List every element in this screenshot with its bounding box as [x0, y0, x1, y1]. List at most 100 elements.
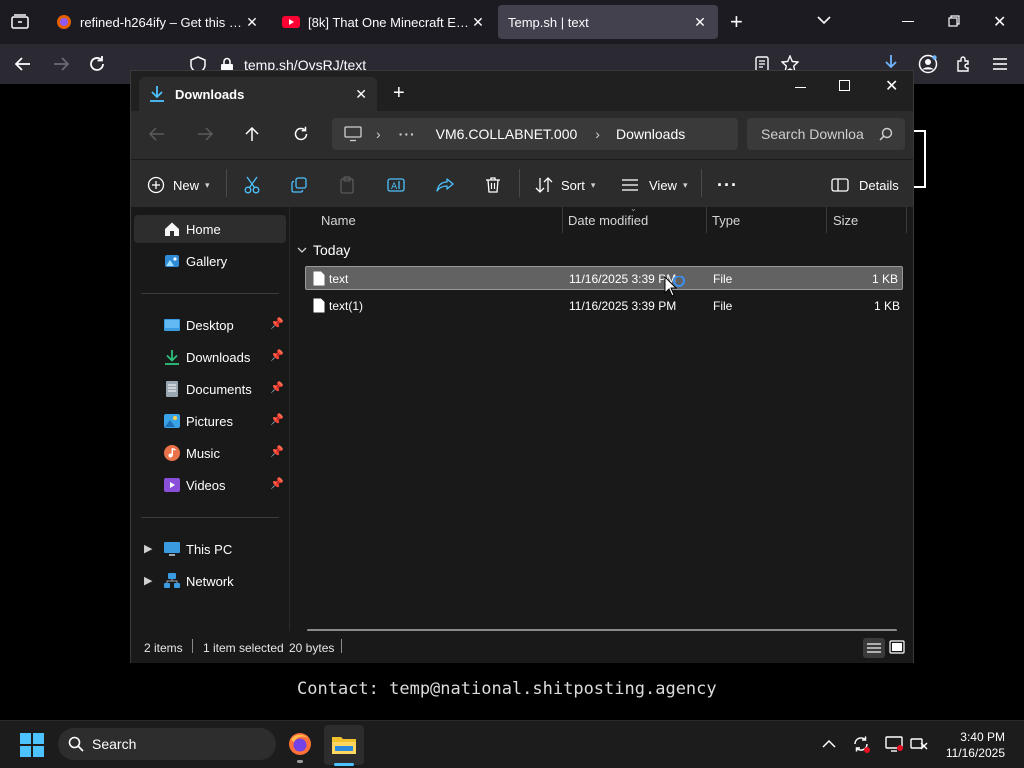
firefox-taskbar-icon[interactable] [288, 732, 312, 756]
browser-tab[interactable]: refined-h264ify – Get this Exten ✕ [46, 5, 270, 39]
youtube-icon [282, 15, 300, 29]
download-icon [149, 85, 165, 103]
file-size: 1 KB [873, 299, 900, 313]
forward-icon[interactable] [52, 56, 70, 72]
pin-icon[interactable]: 📌 [270, 477, 284, 490]
close-tab-icon[interactable]: ✕ [470, 14, 486, 31]
column-divider[interactable] [826, 207, 827, 233]
new-tab-icon[interactable]: + [393, 83, 405, 103]
group-header-today[interactable]: Today [297, 242, 350, 258]
close-icon[interactable]: ✕ [885, 76, 898, 96]
status-selected-size: 20 bytes [289, 641, 335, 655]
share-icon [436, 178, 454, 192]
browser-tab-active[interactable]: Temp.sh | text ✕ [498, 5, 718, 39]
pc-icon [344, 126, 362, 142]
details-view-toggle[interactable] [863, 638, 885, 658]
chevron-right-icon[interactable]: ▶ [144, 574, 152, 587]
pin-icon[interactable]: 📌 [270, 413, 284, 426]
file-row[interactable]: text(1) 11/16/2025 3:39 PM File 1 KB [305, 294, 903, 318]
search-input[interactable]: Search Downloa [747, 118, 905, 150]
search-icon[interactable] [879, 127, 893, 141]
pin-icon[interactable]: 📌 [270, 317, 284, 330]
sidebar-item-music[interactable]: Music 📌 [134, 439, 286, 467]
minimize-icon[interactable] [795, 87, 806, 88]
back-icon[interactable] [149, 127, 165, 141]
forward-icon[interactable] [197, 127, 213, 141]
column-header-name[interactable]: Name [321, 213, 356, 228]
sort-button[interactable]: Sort ▾ [535, 172, 595, 198]
column-header-date-modified[interactable]: Date modified [568, 213, 648, 228]
close-tab-icon[interactable]: ✕ [355, 86, 367, 103]
more-options-icon[interactable]: ··· [717, 172, 738, 198]
start-button[interactable] [20, 733, 44, 757]
file-explorer-taskbar-button[interactable] [324, 725, 364, 765]
address-bar[interactable]: › ··· VM6.COLLABNET.000 › Downloads [332, 118, 738, 150]
close-tab-icon[interactable]: ✕ [692, 14, 708, 31]
sidebar-item-network[interactable]: ▶ Network [134, 567, 286, 595]
refresh-icon[interactable] [293, 126, 309, 142]
column-divider[interactable] [906, 207, 907, 233]
maximize-icon[interactable] [839, 80, 850, 91]
breadcrumb-item[interactable]: VM6.COLLABNET.000 [436, 126, 578, 142]
restore-icon[interactable] [948, 15, 960, 27]
chevron-down-icon: ▾ [205, 179, 210, 190]
sidebar-item-home[interactable]: Home [134, 215, 286, 243]
more-breadcrumbs-icon[interactable]: ··· [399, 126, 416, 142]
sidebar-item-label: Gallery [186, 253, 228, 269]
sidebar-divider [141, 293, 279, 294]
rename-button[interactable]: A [387, 172, 405, 198]
new-label: New [173, 177, 200, 193]
sidebar-item-videos[interactable]: Videos 📌 [134, 471, 286, 499]
share-button[interactable] [436, 172, 454, 198]
close-tab-icon[interactable]: ✕ [244, 14, 260, 31]
network-status-icon[interactable] [910, 736, 928, 752]
new-button[interactable]: New ▾ [147, 172, 210, 198]
sidebar-item-downloads[interactable]: Downloads 📌 [134, 343, 286, 371]
reload-icon[interactable] [88, 55, 106, 73]
sync-icon[interactable] [852, 735, 870, 753]
chevron-right-icon: › [595, 126, 600, 142]
details-button[interactable]: Details [831, 172, 899, 198]
column-header-size[interactable]: Size [833, 213, 858, 228]
paste-button[interactable] [340, 172, 354, 198]
sidebar-item-documents[interactable]: Documents 📌 [134, 375, 286, 403]
cut-button[interactable] [244, 172, 260, 198]
tab-overview-icon[interactable] [10, 13, 30, 31]
new-tab-icon[interactable]: + [730, 11, 743, 33]
file-row[interactable]: text 11/16/2025 3:39 PM File 1 KB [305, 266, 903, 290]
pin-icon[interactable]: 📌 [270, 381, 284, 394]
delete-button[interactable] [485, 172, 501, 198]
explorer-tab[interactable]: Downloads ✕ [139, 77, 377, 111]
column-divider[interactable] [562, 207, 563, 233]
sidebar-item-desktop[interactable]: Desktop 📌 [134, 311, 286, 339]
sidebar-item-pictures[interactable]: Pictures 📌 [134, 407, 286, 435]
browser-tab[interactable]: [8k] That One Minecraft Edit - A ✕ [272, 5, 496, 39]
account-icon[interactable] [918, 54, 938, 74]
pin-icon[interactable]: 📌 [270, 445, 284, 458]
display-icon[interactable] [885, 736, 903, 752]
back-icon[interactable] [14, 56, 32, 72]
extensions-icon[interactable] [955, 55, 973, 73]
pictures-icon [164, 414, 180, 428]
chevron-right-icon[interactable]: ▶ [144, 542, 152, 555]
breadcrumb-item[interactable]: Downloads [616, 126, 685, 142]
close-window-icon[interactable]: ✕ [993, 12, 1006, 32]
pin-icon[interactable]: 📌 [270, 349, 284, 362]
taskbar-search[interactable]: Search [58, 728, 276, 760]
show-hidden-icons-icon[interactable] [822, 739, 836, 749]
minimize-icon[interactable] [902, 21, 914, 22]
sidebar-item-gallery[interactable]: Gallery [134, 247, 286, 275]
sidebar-item-label: Videos [186, 477, 226, 493]
up-icon[interactable] [245, 126, 259, 142]
clock-time[interactable]: 3:40 PM [960, 730, 1005, 744]
view-button[interactable]: View ▾ [621, 172, 687, 198]
clock-date[interactable]: 11/16/2025 [942, 746, 1005, 760]
app-menu-icon[interactable] [992, 57, 1008, 71]
column-divider[interactable] [706, 207, 707, 233]
tiles-view-toggle[interactable] [889, 640, 905, 654]
sidebar-item-this-pc[interactable]: ▶ This PC [134, 535, 286, 563]
column-header-type[interactable]: Type [712, 213, 740, 228]
copy-button[interactable] [291, 172, 307, 198]
list-all-tabs-icon[interactable] [816, 14, 832, 26]
rename-icon: A [387, 178, 405, 192]
